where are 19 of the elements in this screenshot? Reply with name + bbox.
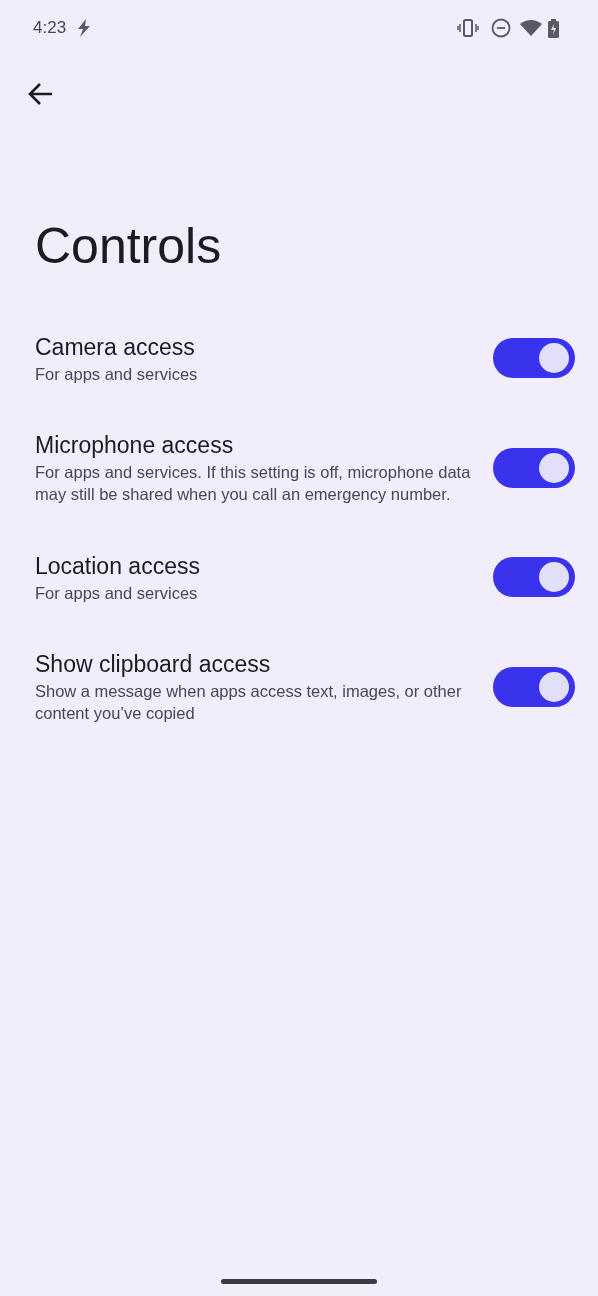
- setting-title: Show clipboard access: [35, 650, 272, 679]
- setting-title: Camera access: [35, 332, 196, 362]
- setting-summary: For apps and services. If this setting is off, microphone data may still be shared when you call an emergency number.: [35, 462, 472, 505]
- setting-title: Location access: [35, 551, 201, 581]
- toggle-switch[interactable]: [493, 557, 575, 597]
- battery-icon: [548, 18, 559, 38]
- toggle-switch[interactable]: [493, 447, 575, 488]
- page-title: Controls: [35, 217, 223, 276]
- status-time: 4:23: [33, 17, 67, 40]
- setting-summary: For apps and services: [35, 582, 199, 604]
- setting-summary: Show a message when apps access text, images, or other content you’ve copied: [35, 681, 463, 724]
- setting-summary: For apps and services: [35, 363, 199, 385]
- toggle-switch[interactable]: [493, 338, 575, 378]
- flash-icon: [76, 19, 93, 37]
- vibrate-icon: [457, 19, 479, 37]
- do-not-disturb-icon: [491, 18, 511, 38]
- setting-title: Microphone access: [35, 431, 235, 460]
- toggle-switch[interactable]: [493, 666, 575, 707]
- wifi-icon: [520, 20, 542, 36]
